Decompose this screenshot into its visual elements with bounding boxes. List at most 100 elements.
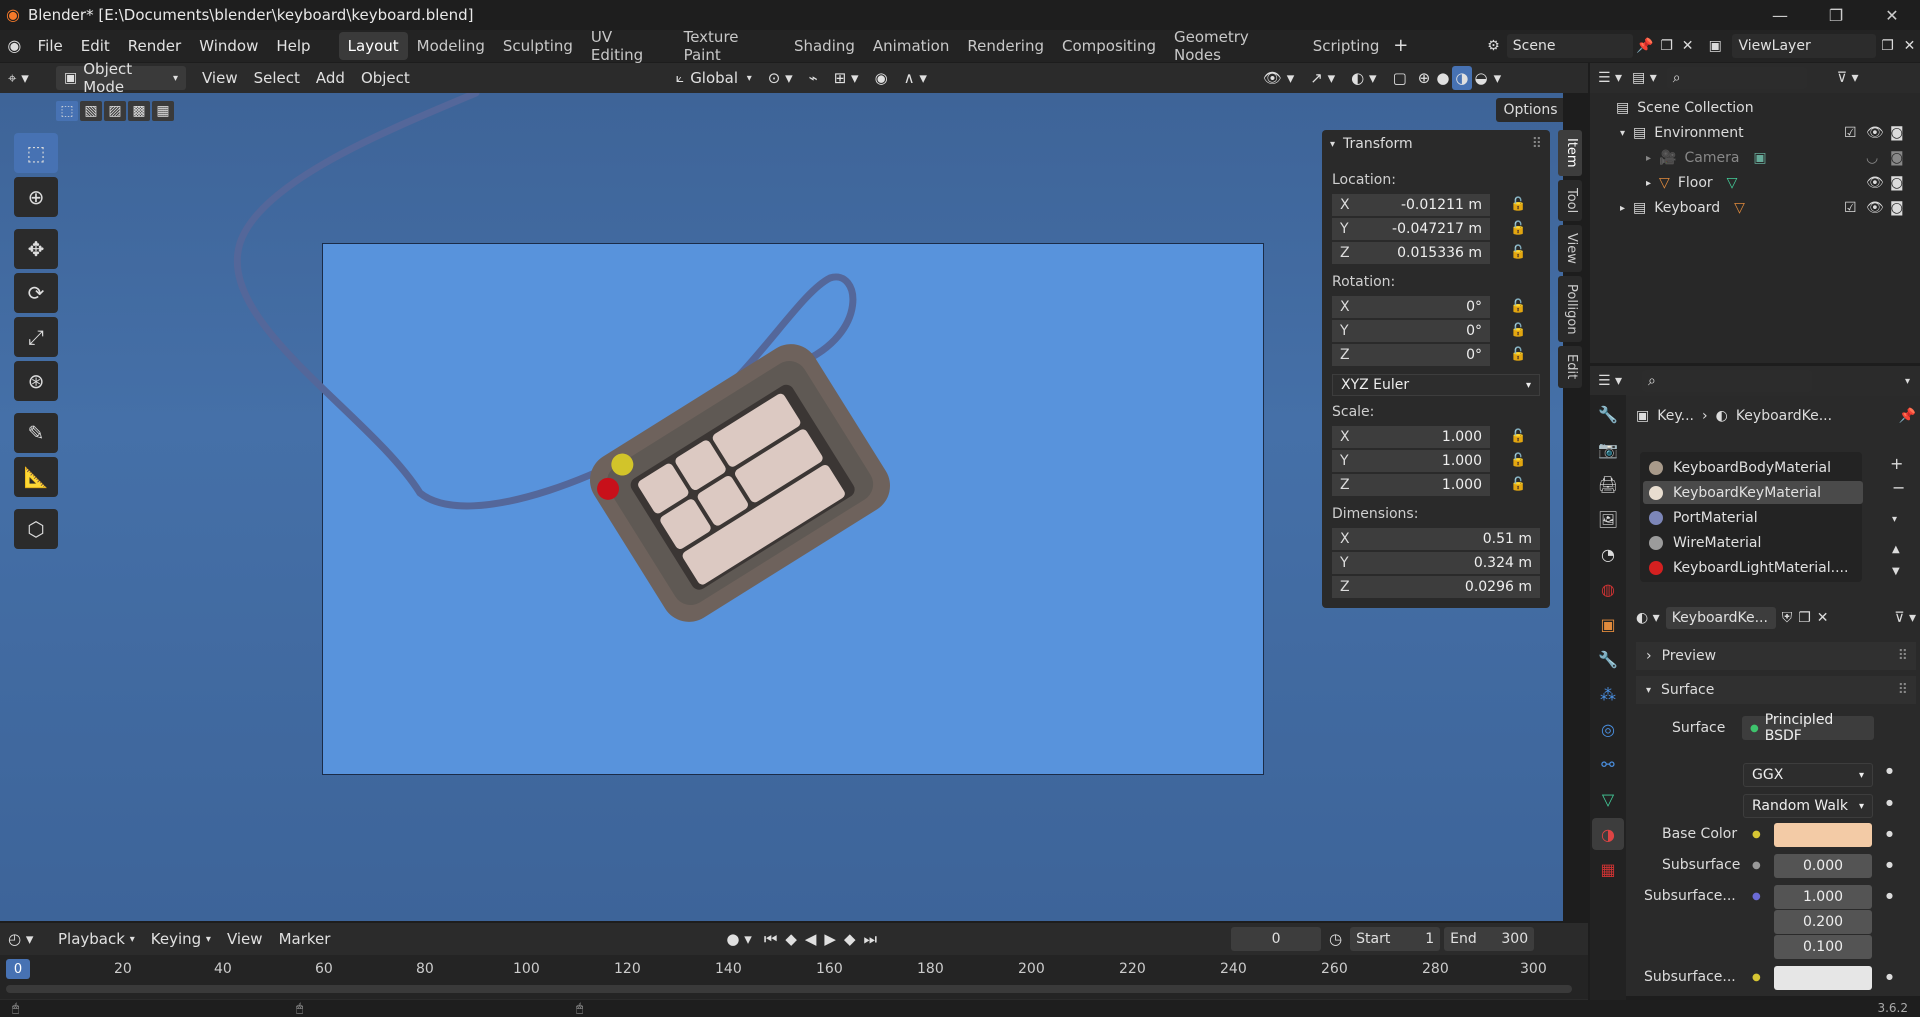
subsurface-method-dropdown[interactable]: Random Walk ▾: [1743, 794, 1873, 818]
lock-icon[interactable]: 🔓: [1510, 347, 1526, 362]
keyframe-dot-icon[interactable]: ●: [1886, 766, 1893, 775]
properties-search-input[interactable]: ⌕: [1642, 370, 1813, 392]
camera-render-icon[interactable]: ◙: [1890, 150, 1904, 166]
visibility-icon[interactable]: 👁 ▾: [1255, 66, 1302, 90]
subsurface-color-swatch[interactable]: [1774, 966, 1872, 990]
eye-icon[interactable]: 👁: [1866, 200, 1884, 216]
timeline-track[interactable]: 0 20 40 60 80 100 120 140 160 180 200 22…: [0, 955, 1588, 999]
move-icon[interactable]: ✥: [14, 229, 58, 269]
shader-field[interactable]: ● Principled BSDF: [1742, 712, 1874, 744]
lock-icon[interactable]: 🔓: [1510, 197, 1526, 212]
object-tab-icon[interactable]: ▣: [1592, 608, 1624, 640]
unlink-icon[interactable]: ✕: [1817, 610, 1829, 626]
material-slot[interactable]: PortMaterial: [1643, 506, 1863, 529]
menu-view[interactable]: View: [194, 66, 246, 90]
camera-render-icon[interactable]: ◙: [1890, 175, 1904, 191]
jump-end-icon[interactable]: ⏭: [860, 927, 882, 951]
texture-tab-icon[interactable]: ▦: [1592, 853, 1624, 885]
location-x-field[interactable]: X -0.01211 m: [1332, 194, 1490, 216]
material-browse-icon[interactable]: ◐ ▾: [1636, 610, 1660, 626]
keyframe-dot-icon[interactable]: ●: [1886, 860, 1893, 869]
wireframe-shading-icon[interactable]: ⊕: [1415, 66, 1434, 90]
eye-closed-icon[interactable]: ◡: [1866, 150, 1878, 166]
material-tab-icon[interactable]: ◑: [1592, 818, 1624, 850]
keyframe-dot-icon[interactable]: ●: [1886, 798, 1893, 807]
scale-y-field[interactable]: Y 1.000: [1332, 450, 1490, 472]
rotate-icon[interactable]: ⟳: [14, 273, 58, 313]
play-reverse-icon[interactable]: ◀: [801, 927, 821, 951]
lock-icon[interactable]: 🔓: [1510, 453, 1526, 468]
fake-user-icon[interactable]: ⛨: [1782, 610, 1793, 626]
gizmo-icon[interactable]: ↗ ▾: [1302, 66, 1343, 90]
tab-rendering[interactable]: Rendering: [958, 32, 1053, 60]
output-tab-icon[interactable]: 🖨: [1592, 468, 1624, 500]
tab-animation[interactable]: Animation: [864, 32, 958, 60]
data-tab-icon[interactable]: ▽: [1592, 783, 1624, 815]
menu-keying[interactable]: Keying ▾: [143, 927, 219, 951]
lock-icon[interactable]: 🔓: [1510, 245, 1526, 260]
rotation-y-field[interactable]: Y 0°: [1332, 320, 1490, 342]
camera-render-icon[interactable]: ◙: [1890, 200, 1904, 216]
checkbox-icon[interactable]: ☑: [1844, 200, 1857, 216]
drag-handle-icon[interactable]: ⠿: [1898, 682, 1908, 698]
drag-handle-icon[interactable]: ⠿: [1532, 136, 1542, 152]
material-name-field[interactable]: KeyboardKe...: [1665, 607, 1776, 629]
solid-shading-icon[interactable]: ●: [1433, 66, 1452, 90]
add-slot-icon[interactable]: +: [1890, 454, 1903, 473]
overlay-icon[interactable]: ◐ ▾: [1343, 66, 1384, 90]
view-layer-tab-icon[interactable]: 🖼: [1592, 503, 1624, 535]
camera-render-icon[interactable]: ◙: [1890, 125, 1904, 141]
material-shading-icon[interactable]: ◑: [1452, 66, 1472, 90]
minimize-icon[interactable]: —: [1752, 0, 1808, 30]
particles-tab-icon[interactable]: ⁂: [1592, 678, 1624, 710]
tab-layout[interactable]: Layout: [338, 32, 408, 60]
rotation-z-field[interactable]: Z 0°: [1332, 344, 1490, 366]
drag-handle-icon[interactable]: ⠿: [1898, 648, 1908, 664]
maximize-icon[interactable]: ❐: [1808, 0, 1864, 30]
lock-icon[interactable]: 🔓: [1510, 323, 1526, 338]
material-slot[interactable]: KeyboardLightMaterial....: [1643, 556, 1863, 579]
scene-tab-icon[interactable]: ◔: [1592, 538, 1624, 570]
subsurface-radius-x[interactable]: 1.000: [1774, 885, 1872, 909]
modifier-tab-icon[interactable]: 🔧: [1592, 643, 1624, 675]
tab-scripting[interactable]: Scripting: [1304, 32, 1389, 60]
subsurface-radius-z[interactable]: 0.100: [1774, 935, 1872, 959]
add-cube-icon[interactable]: ⬡: [14, 509, 58, 549]
clock-icon[interactable]: ◷: [1321, 927, 1350, 951]
start-frame-field[interactable]: Start 1: [1350, 927, 1441, 951]
dimensions-x-field[interactable]: X 0.51 m: [1332, 528, 1540, 550]
mode-dropdown[interactable]: ▣ Object Mode ▾: [56, 60, 186, 96]
eye-icon[interactable]: 👁: [1866, 175, 1884, 191]
scene-collection-row[interactable]: ▤ Scene Collection: [1590, 96, 1920, 120]
world-tab-icon[interactable]: ◍: [1592, 573, 1624, 605]
material-slot-active[interactable]: KeyboardKeyMaterial: [1643, 481, 1863, 504]
tab-modeling[interactable]: Modeling: [408, 32, 494, 60]
subsurface-radius-y[interactable]: 0.200: [1774, 910, 1872, 934]
tab-sculpting[interactable]: Sculpting: [494, 32, 582, 60]
menu-select[interactable]: Select: [246, 66, 308, 90]
editor-type-icon[interactable]: ☰ ▾: [1598, 373, 1622, 389]
outliner-row-camera[interactable]: ▸ 🎥 Camera ▣ ◡ ◙: [1590, 146, 1920, 170]
options-chevron-icon[interactable]: ▾: [1905, 376, 1910, 387]
record-icon[interactable]: ● ▾: [718, 927, 759, 951]
menu-file[interactable]: File: [29, 37, 72, 55]
menu-add[interactable]: Add: [308, 66, 353, 90]
menu-view[interactable]: View: [219, 927, 271, 951]
distribution-dropdown[interactable]: GGX ▾: [1743, 763, 1873, 787]
cursor-icon[interactable]: ⊕: [14, 177, 58, 217]
new-scene-icon[interactable]: ❐: [1656, 39, 1677, 53]
delete-scene-icon[interactable]: ✕: [1677, 39, 1698, 53]
close-icon[interactable]: ✕: [1864, 0, 1920, 30]
tab-edit[interactable]: Edit: [1558, 346, 1582, 388]
constraints-tab-icon[interactable]: ⚯: [1592, 748, 1624, 780]
snap-target-icon[interactable]: ⊞ ▾: [826, 66, 867, 90]
delete-viewlayer-icon[interactable]: ✕: [1899, 39, 1920, 53]
scene-icon[interactable]: ⚙: [1480, 39, 1507, 53]
expand-icon[interactable]: ▾: [1620, 128, 1625, 139]
next-keyframe-icon[interactable]: ◆: [840, 927, 860, 951]
pin-icon[interactable]: 📌: [1899, 408, 1916, 424]
outliner-row-environment[interactable]: ▾ ▤ Environment ☑ 👁 ◙: [1590, 121, 1920, 145]
editor-type-icon[interactable]: ◴ ▾: [0, 927, 50, 951]
blender-menu-icon[interactable]: ◉: [0, 38, 29, 54]
transform-header[interactable]: ▾ Transform ⠿: [1330, 136, 1542, 152]
